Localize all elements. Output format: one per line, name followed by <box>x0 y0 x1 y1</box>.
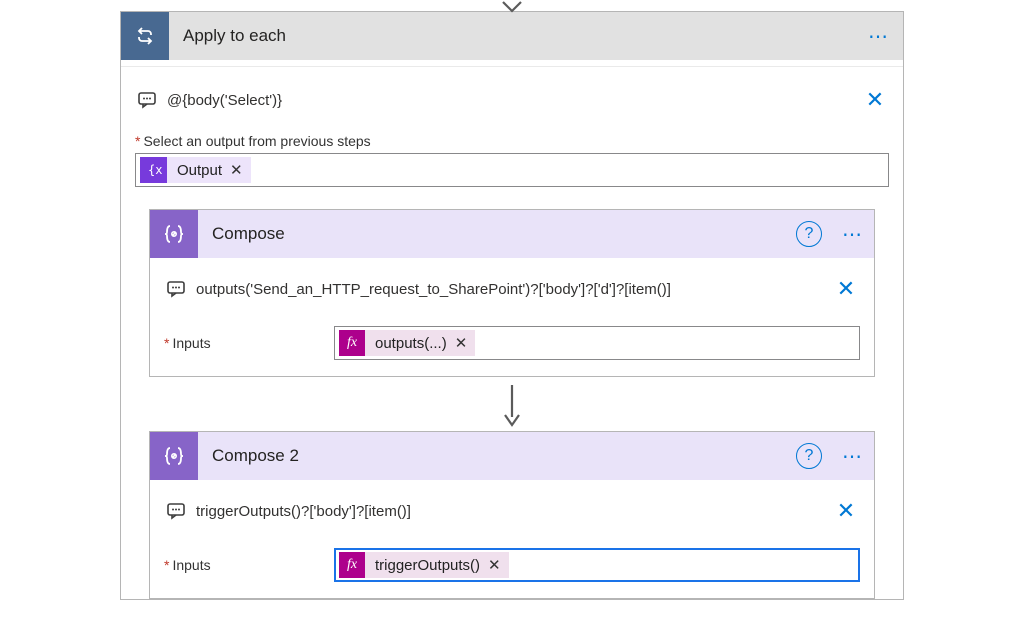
previous-steps-input[interactable]: {x} Output ✕ <box>135 153 889 187</box>
triggeroutputs-expression-remove[interactable]: ✕ <box>488 556 509 574</box>
apply-to-each-comment-text: @{body('Select')} <box>167 92 861 109</box>
compose2-inputs-row: *Inputs fx triggerOutputs() ✕ <box>164 548 860 582</box>
triggeroutputs-expression-label: triggerOutputs() <box>365 557 488 574</box>
required-asterisk: * <box>135 133 140 149</box>
required-asterisk: * <box>164 335 169 351</box>
compose-comment-close-button[interactable]: ✕ <box>832 276 860 302</box>
compose2-inputs-label: *Inputs <box>164 557 324 573</box>
compose-help-button[interactable]: ? <box>796 221 822 247</box>
compose-inputs-field[interactable]: fx outputs(...) ✕ <box>334 326 860 360</box>
triggeroutputs-expression-token[interactable]: fx triggerOutputs() ✕ <box>339 552 509 578</box>
compose2-brackets-icon <box>150 432 198 480</box>
comment-icon <box>164 499 188 523</box>
compose-comment-text: outputs('Send_an_HTTP_request_to_SharePo… <box>196 281 832 298</box>
compose-title: Compose <box>198 224 796 244</box>
compose-body: outputs('Send_an_HTTP_request_to_SharePo… <box>150 258 874 376</box>
apply-to-each-menu-button[interactable]: ⋯ <box>855 24 903 49</box>
compose-card: Compose ? ⋯ <box>149 209 875 377</box>
variable-icon: {x} <box>140 157 167 183</box>
required-asterisk: * <box>164 557 169 573</box>
output-token-label: Output <box>167 162 230 179</box>
loop-icon <box>121 12 169 60</box>
compose-inputs-row: *Inputs fx outputs(...) ✕ <box>164 326 860 360</box>
compose-inputs-label: *Inputs <box>164 335 324 351</box>
fx-icon: fx <box>339 330 365 356</box>
compose2-inputs-field[interactable]: fx triggerOutputs() ✕ <box>334 548 860 582</box>
connector-arrow <box>135 377 889 429</box>
compose2-menu-button[interactable]: ⋯ <box>832 444 874 469</box>
compose2-comment-row: triggerOutputs()?['body']?[item()] ✕ <box>164 486 860 542</box>
compose-brackets-icon <box>150 210 198 258</box>
output-token-remove[interactable]: ✕ <box>230 161 251 179</box>
compose2-body: triggerOutputs()?['body']?[item()] ✕ *In… <box>150 480 874 598</box>
output-token[interactable]: {x} Output ✕ <box>140 157 251 183</box>
compose2-title: Compose 2 <box>198 446 796 466</box>
apply-to-each-comment-close-button[interactable]: ✕ <box>861 87 889 113</box>
compose2-help-button[interactable]: ? <box>796 443 822 469</box>
compose2-comment-close-button[interactable]: ✕ <box>832 498 860 524</box>
compose-menu-button[interactable]: ⋯ <box>832 222 874 247</box>
svg-text:{x}: {x} <box>148 163 163 177</box>
outputs-expression-token[interactable]: fx outputs(...) ✕ <box>339 330 475 356</box>
fx-icon: fx <box>339 552 365 578</box>
apply-to-each-body: @{body('Select')} ✕ *Select an output fr… <box>121 66 903 599</box>
comment-icon <box>164 277 188 301</box>
apply-to-each-title: Apply to each <box>169 26 855 46</box>
previous-steps-label: *Select an output from previous steps <box>135 133 889 149</box>
outputs-expression-remove[interactable]: ✕ <box>455 334 476 352</box>
compose-comment-row: outputs('Send_an_HTTP_request_to_SharePo… <box>164 264 860 320</box>
compose2-card: Compose 2 ? ⋯ <box>149 431 875 599</box>
compose2-comment-text: triggerOutputs()?['body']?[item()] <box>196 503 832 520</box>
apply-to-each-comment-row: @{body('Select')} ✕ <box>135 75 889 131</box>
apply-to-each-card: Apply to each ⋯ @{body('Select')} ✕ <box>120 11 904 600</box>
outputs-expression-label: outputs(...) <box>365 335 455 352</box>
compose-header[interactable]: Compose ? ⋯ <box>150 210 874 258</box>
comment-icon <box>135 88 159 112</box>
apply-to-each-header[interactable]: Apply to each ⋯ <box>121 12 903 60</box>
compose2-header[interactable]: Compose 2 ? ⋯ <box>150 432 874 480</box>
